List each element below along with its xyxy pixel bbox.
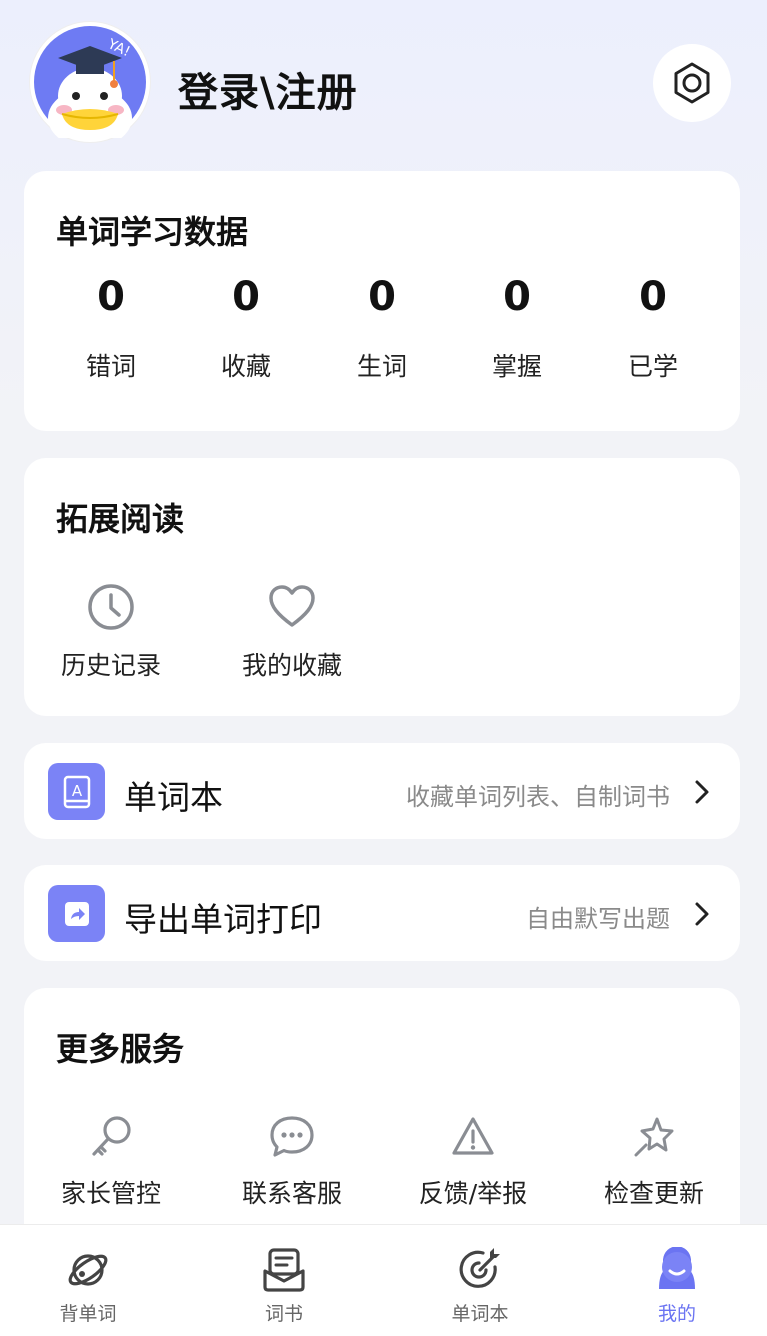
- planet-icon: [68, 1254, 108, 1286]
- tab-word-notebook[interactable]: 单词本: [420, 1247, 540, 1326]
- check-update-button[interactable]: 检查更新: [579, 1114, 729, 1210]
- parental-control-label: 家长管控: [60, 1179, 161, 1208]
- tab-wordbooks[interactable]: 词书: [224, 1247, 344, 1326]
- stat-value: 0: [503, 274, 531, 320]
- my-favorites-button[interactable]: 我的收藏: [217, 582, 367, 682]
- wordbook-title: 单词本: [124, 778, 223, 817]
- stat-label: 收藏: [220, 352, 271, 381]
- stat-label: 掌握: [491, 352, 542, 381]
- duck-avatar-icon: YA!: [34, 26, 146, 138]
- warning-icon: [452, 1117, 494, 1155]
- customer-service-label: 联系客服: [241, 1179, 342, 1208]
- favorites-label: 我的收藏: [241, 651, 342, 680]
- export-print-row[interactable]: 导出单词打印 自由默写出题: [24, 865, 740, 961]
- profile-header: YA! 登录\注册: [0, 0, 767, 170]
- star-icon: [634, 1117, 674, 1157]
- bottom-tab-bar: 背单词 词书 单词本 我的: [0, 1224, 767, 1336]
- history-button[interactable]: 历史记录: [36, 582, 186, 682]
- wordbook-subtitle: 收藏单词列表、自制词书: [406, 783, 670, 811]
- stat-label: 错词: [85, 352, 136, 381]
- target-icon: [459, 1248, 500, 1288]
- tab-label: 我的: [657, 1303, 696, 1325]
- stat-value: 0: [97, 274, 125, 320]
- stat-value: 0: [639, 274, 667, 320]
- history-label: 历史记录: [60, 651, 161, 680]
- book-list-icon: [263, 1248, 305, 1292]
- stat-mastered[interactable]: 0 掌握: [457, 277, 577, 383]
- stat-wrong-words[interactable]: 0 错词: [51, 277, 171, 383]
- stat-learned[interactable]: 0 已学: [593, 277, 713, 383]
- chat-icon: [270, 1116, 314, 1157]
- share-icon: [48, 885, 105, 942]
- parental-control-button[interactable]: 家长管控: [36, 1114, 186, 1210]
- study-stats-card: 单词学习数据 0 错词 0 收藏 0 生词 0 掌握 0 已学: [24, 171, 740, 431]
- tab-label: 背单词: [59, 1303, 117, 1325]
- check-update-label: 检查更新: [603, 1179, 704, 1208]
- customer-service-button[interactable]: 联系客服: [217, 1114, 367, 1210]
- chevron-right-icon: [695, 902, 709, 926]
- heart-icon: [269, 585, 315, 627]
- login-register-link[interactable]: 登录\注册: [178, 60, 358, 118]
- feedback-report-button[interactable]: 反馈/举报: [398, 1114, 548, 1210]
- stat-favorites[interactable]: 0 收藏: [186, 277, 306, 383]
- svg-text:A: A: [71, 782, 82, 800]
- clock-icon: [88, 584, 134, 630]
- tab-label: 词书: [264, 1303, 303, 1325]
- avatar[interactable]: YA!: [30, 22, 150, 142]
- tab-memorize[interactable]: 背单词: [28, 1247, 148, 1326]
- export-subtitle: 自由默写出题: [526, 905, 670, 933]
- profile-icon: [659, 1247, 695, 1289]
- settings-icon: [674, 62, 710, 104]
- wordbook-row[interactable]: A 单词本 收藏单词列表、自制词书: [24, 743, 740, 839]
- stat-label: 生词: [356, 352, 407, 381]
- stat-label: 已学: [627, 352, 678, 381]
- key-icon: [92, 1116, 131, 1156]
- export-title: 导出单词打印: [124, 900, 322, 939]
- stat-value: 0: [232, 274, 260, 320]
- stat-new-words[interactable]: 0 生词: [322, 277, 442, 383]
- extended-reading-card: 拓展阅读 历史记录 我的收藏: [24, 458, 740, 716]
- tab-mine[interactable]: 我的: [617, 1247, 737, 1326]
- settings-button[interactable]: [653, 44, 731, 122]
- stats-title: 单词学习数据: [56, 213, 249, 251]
- stat-value: 0: [368, 274, 396, 320]
- chevron-right-icon: [695, 780, 709, 804]
- book-icon: A: [48, 763, 105, 820]
- services-title: 更多服务: [56, 1030, 185, 1068]
- feedback-label: 反馈/举报: [418, 1179, 528, 1208]
- reading-title: 拓展阅读: [56, 500, 185, 538]
- tab-label: 单词本: [451, 1303, 509, 1325]
